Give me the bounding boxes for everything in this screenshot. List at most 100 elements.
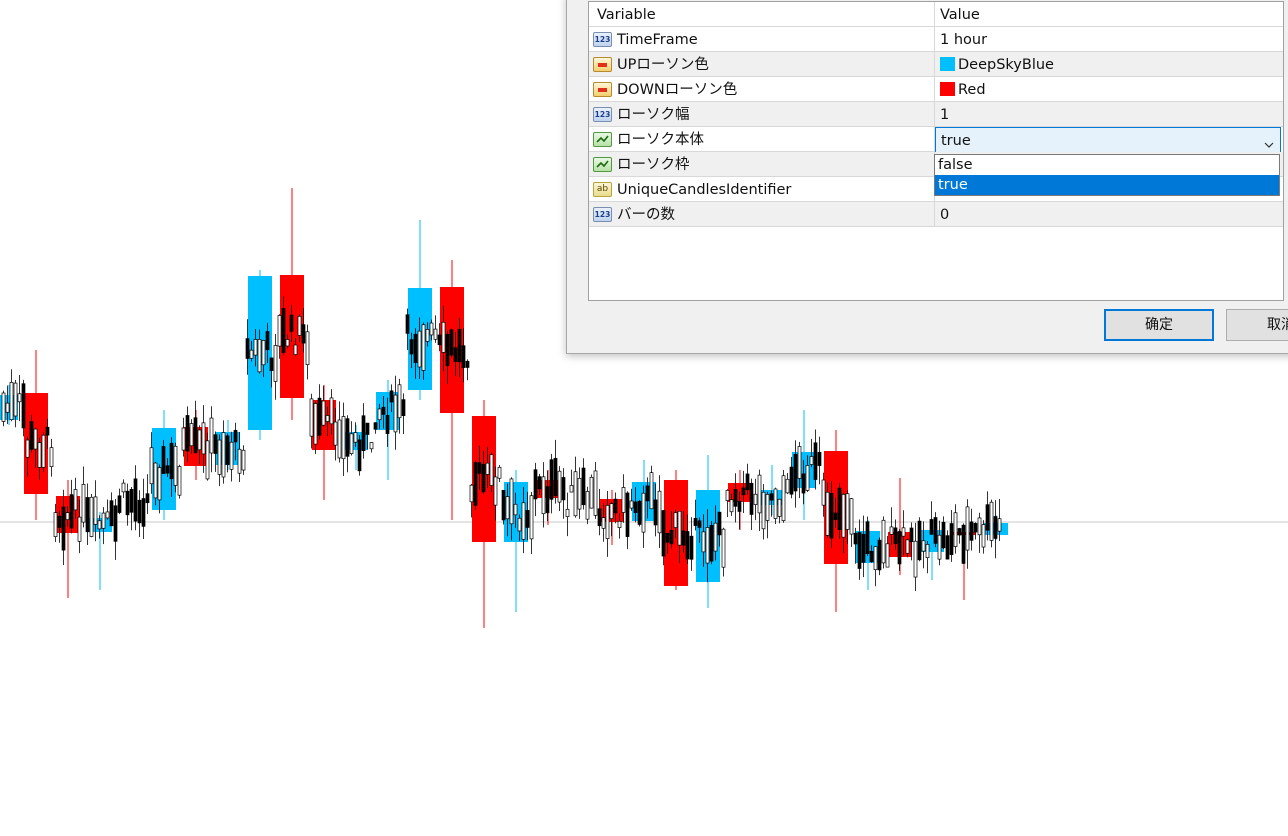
ok-button[interactable]: 确定: [1104, 309, 1214, 341]
candle-body: [869, 550, 874, 563]
param-row[interactable]: 123 ローソク幅 1: [589, 102, 1283, 127]
param-row[interactable]: 123 バーの数 0: [589, 202, 1283, 227]
candle-body: [349, 433, 354, 454]
candle-body: [417, 330, 422, 368]
candle-body: [365, 422, 370, 435]
candle-body: [445, 334, 450, 367]
candle-body: [797, 446, 802, 479]
candle-body: [401, 399, 406, 416]
candle-body: [505, 496, 510, 520]
param-name: ローソク幅: [617, 107, 690, 123]
candle-body: [957, 528, 962, 536]
candle-body: [701, 531, 706, 553]
candle-body: [785, 478, 790, 494]
candle-body: [297, 315, 302, 336]
param-name: UniqueCandlesIdentifier: [617, 182, 792, 198]
candle-body: [921, 540, 926, 552]
candle-body: [57, 515, 62, 528]
candle-body: [677, 510, 682, 546]
candle-body: [345, 418, 350, 457]
param-row[interactable]: 123 TimeFrame 1 hour: [589, 27, 1283, 52]
candle-body: [885, 543, 890, 568]
param-name-cell[interactable]: 123 バーの数: [589, 202, 935, 227]
candle-body: [53, 512, 58, 538]
param-value-cell[interactable]: 0: [935, 202, 1283, 227]
candle-body: [45, 426, 50, 436]
candle-body: [965, 506, 970, 551]
candle-body: [865, 521, 870, 555]
grid-header: Variable Value: [589, 2, 1283, 27]
candle-body: [93, 496, 98, 525]
candle-body: [385, 415, 390, 434]
dropdown-option-true[interactable]: true: [935, 175, 1279, 195]
candle-body: [9, 382, 14, 421]
candle-body: [65, 512, 70, 520]
param-name-cell[interactable]: 123 TimeFrame: [589, 27, 935, 52]
candle-body: [761, 491, 766, 530]
param-value-cell[interactable]: 1: [935, 102, 1283, 127]
candle-body: [537, 476, 542, 490]
candle-body: [325, 415, 330, 422]
candle-body: [853, 532, 858, 545]
param-value-cell[interactable]: DeepSkyBlue: [935, 52, 1283, 77]
candle-body: [873, 546, 878, 571]
candle-body: [549, 459, 554, 500]
candle-body: [177, 466, 182, 496]
candle-body: [269, 357, 274, 371]
param-value-combobox[interactable]: true: [935, 127, 1281, 154]
candle-body: [105, 511, 110, 519]
value-column-header[interactable]: Value: [935, 2, 1283, 27]
param-name-cell[interactable]: ローソク枠: [589, 152, 935, 177]
candle-body: [585, 491, 590, 520]
param-name-cell[interactable]: 123 ローソク幅: [589, 102, 935, 127]
candle-body: [217, 439, 222, 475]
candle-body: [717, 511, 722, 536]
param-name-cell[interactable]: DOWNローソン色: [589, 77, 935, 102]
candle-body: [13, 382, 18, 417]
param-value-cell[interactable]: 1 hour: [935, 27, 1283, 52]
candle-body: [625, 492, 630, 537]
candle-body: [489, 454, 494, 486]
candle-body: [109, 500, 114, 527]
param-row[interactable]: ローソク本体 true: [589, 127, 1283, 154]
candle-body: [457, 329, 462, 363]
candle-body: [149, 447, 154, 485]
indicator-inputs-dialog: Variable Value 123 TimeFrame 1 hour UPローソン色…: [566, 0, 1288, 354]
candle-body: [421, 324, 426, 371]
param-name-cell[interactable]: ローソク本体: [589, 127, 935, 152]
candle-body: [137, 499, 142, 524]
candle-body: [685, 531, 690, 560]
cancel-button[interactable]: 取消: [1226, 309, 1288, 341]
candle-body: [509, 478, 514, 525]
candle-body: [413, 333, 418, 364]
param-name: DOWNローソン色: [617, 82, 738, 98]
candle-body: [197, 429, 202, 451]
candle-body: [281, 308, 286, 353]
candle-body: [661, 510, 666, 557]
param-row[interactable]: UPローソン色 DeepSkyBlue: [589, 52, 1283, 77]
chevron-down-icon[interactable]: [1264, 137, 1274, 153]
candle-body: [825, 491, 830, 536]
candle-body: [541, 476, 546, 515]
variable-column-header[interactable]: Variable: [589, 2, 935, 27]
candle-body: [769, 493, 774, 501]
candle-body: [553, 458, 558, 496]
candle-body: [433, 328, 438, 340]
candle-body: [757, 474, 762, 514]
candle-body: [613, 498, 618, 514]
param-value-cell[interactable]: Red: [935, 77, 1283, 102]
candle-body: [657, 490, 662, 534]
param-name-cell[interactable]: UPローソン色: [589, 52, 935, 77]
param-row[interactable]: DOWNローソン色 Red: [589, 77, 1283, 102]
candle-body: [285, 339, 290, 347]
candle-body: [561, 477, 566, 501]
candle-body: [577, 477, 582, 510]
candle-body: [973, 523, 978, 533]
candle-body: [901, 527, 906, 537]
param-name-cell[interactable]: ab UniqueCandlesIdentifier: [589, 177, 935, 202]
candle-body: [245, 338, 250, 359]
candle-body: [857, 532, 862, 569]
candle-body: [249, 349, 254, 359]
dropdown-option-false[interactable]: false: [935, 155, 1279, 175]
candle-body: [333, 421, 338, 446]
